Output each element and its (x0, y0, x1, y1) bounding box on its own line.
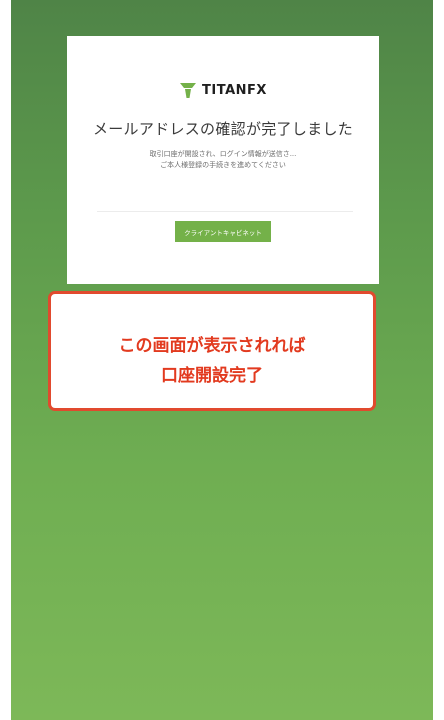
annotation-callout: この画面が表示されれば 口座開設完了 (48, 291, 376, 411)
gradient-background: TITANFX メールアドレスの確認が完了しました 取引口座が開設され、ログイン… (11, 0, 433, 720)
logo-text: TITANFX (202, 82, 267, 98)
titanfx-logo: TITANFX (67, 80, 379, 100)
client-cabinet-button[interactable]: クライアントキャビネット (175, 221, 271, 242)
confirmation-headline: メールアドレスの確認が完了しました (92, 120, 354, 138)
divider (97, 211, 353, 212)
titanfx-logo-icon (180, 83, 197, 98)
description-line-2: ご本人様登録の手続きを進めてください (160, 161, 286, 169)
callout-line-1: この画面が表示されれば (118, 336, 306, 356)
confirmation-card: TITANFX メールアドレスの確認が完了しました 取引口座が開設され、ログイン… (67, 36, 379, 284)
description-line-1: 取引口座が開設され、ログイン情報が送信さ... (149, 150, 297, 158)
callout-line-2: 口座開設完了 (161, 366, 263, 386)
